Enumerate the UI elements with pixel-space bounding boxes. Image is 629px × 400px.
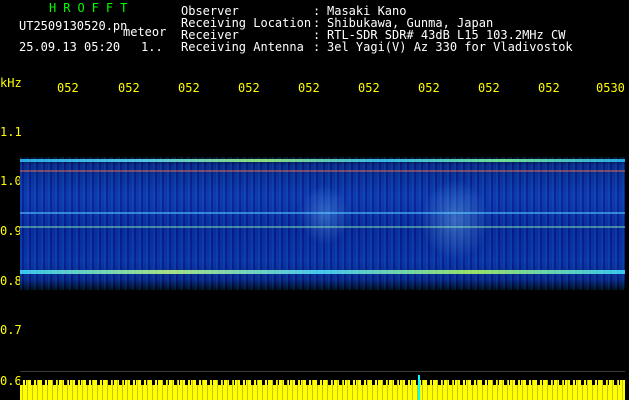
freq-tick: 0.8 xyxy=(0,274,22,288)
signal-band xyxy=(20,270,625,274)
antenna-value: 3el Yagi(V) Az 330 for Vladivostok xyxy=(327,40,573,54)
time-tick: 052 xyxy=(478,81,500,95)
freq-tick: 1.0 xyxy=(0,174,22,188)
app-title: HROFFT xyxy=(49,1,135,15)
freq-unit-label: kHz xyxy=(0,76,22,90)
time-tick: 052 xyxy=(358,81,380,95)
time-tick: 052 xyxy=(57,81,79,95)
freq-tick: 1.1 xyxy=(0,125,22,139)
meteor-echo xyxy=(420,180,490,260)
file-type-label: meteor xyxy=(123,25,167,39)
file-name: UT2509130520.pn xyxy=(19,19,128,33)
time-tick: 0530 xyxy=(596,81,625,95)
time-tick: 052 xyxy=(298,81,320,95)
antenna-label: Receiving Antenna xyxy=(181,40,304,54)
time-tick: 052 xyxy=(538,81,560,95)
separator: : xyxy=(313,40,321,54)
freq-tick: 0.7 xyxy=(0,323,22,337)
freq-tick: 0.6 xyxy=(0,374,22,388)
capture-datetime: 25.09.13 05:20 xyxy=(19,40,121,54)
time-tick: 052 xyxy=(178,81,200,95)
time-tick: 052 xyxy=(238,81,260,95)
time-tick: 052 xyxy=(118,81,140,95)
signal-band xyxy=(20,170,625,172)
time-tick: 052 xyxy=(418,81,440,95)
baseline-divider xyxy=(20,371,625,372)
counter-label: 1.. xyxy=(141,40,163,54)
meteor-echo xyxy=(300,185,350,245)
amplitude-trace xyxy=(20,380,625,400)
time-cursor-marker xyxy=(418,375,420,400)
signal-band xyxy=(20,159,625,162)
freq-tick: 0.9 xyxy=(0,224,22,238)
